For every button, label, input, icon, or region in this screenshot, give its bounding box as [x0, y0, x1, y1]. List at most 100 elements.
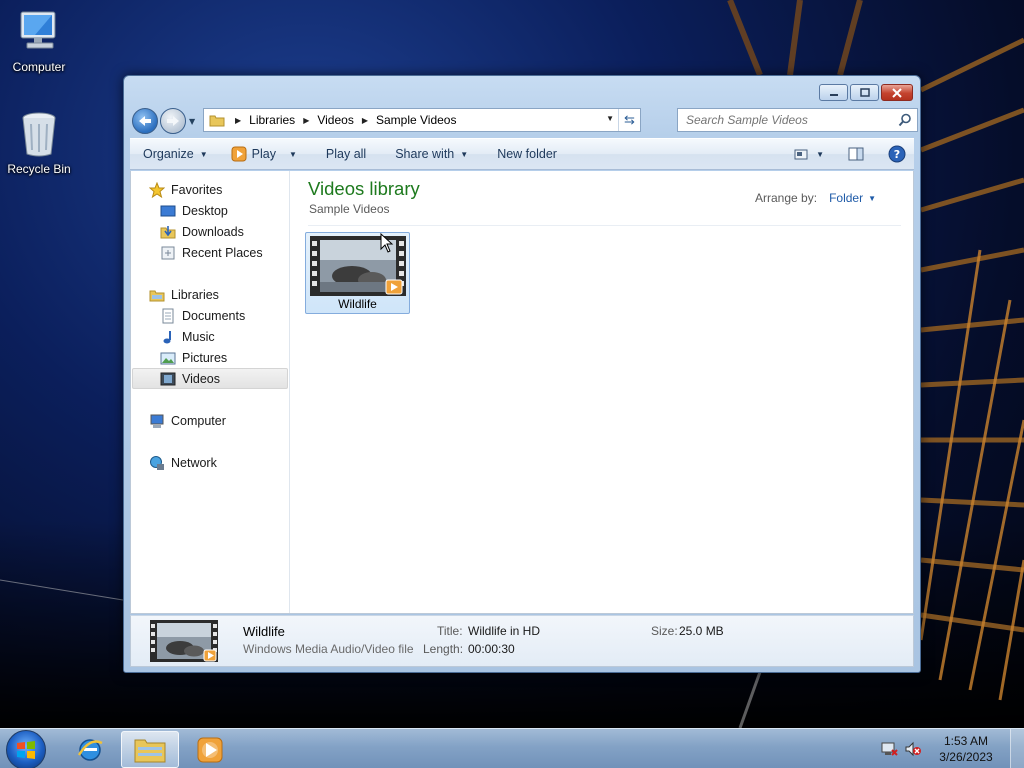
view-icon: [794, 149, 808, 160]
details-title-value[interactable]: Wildlife in HD: [468, 624, 540, 638]
change-view-button[interactable]: ▼: [794, 148, 824, 160]
details-file-name: Wildlife: [243, 624, 285, 639]
nav-item-pictures[interactable]: Pictures: [160, 347, 227, 368]
refresh-icon: ⇆: [624, 112, 635, 127]
play-button[interactable]: Play ▼: [217, 141, 306, 167]
address-bar[interactable]: ▶ Libraries ▶ Videos ▶ Sample Videos ▼ ⇆: [203, 108, 641, 132]
taskbar-windows-media-player[interactable]: [181, 731, 239, 768]
address-dropdown[interactable]: ▼: [606, 114, 614, 123]
restore-button[interactable]: [850, 84, 879, 101]
navigation-pane: Favorites Desktop Downloads Recent Place…: [131, 171, 290, 613]
breadcrumb-videos[interactable]: Videos ▶: [317, 113, 376, 127]
refresh-button[interactable]: ⇆: [618, 109, 640, 131]
search-icon[interactable]: [898, 113, 912, 127]
pictures-icon: [160, 352, 176, 364]
close-button[interactable]: [881, 84, 913, 101]
arrange-by-dropdown[interactable]: Folder ▼: [829, 191, 876, 205]
library-title: Videos library: [308, 178, 420, 199]
nav-favorites[interactable]: Favorites: [149, 179, 222, 200]
nav-network[interactable]: Network: [149, 452, 217, 473]
nav-label: Computer: [171, 413, 226, 428]
desktop-icon-label: Computer: [12, 60, 66, 74]
details-size-label: Size:: [651, 624, 678, 638]
details-title-label: Title:: [437, 624, 463, 638]
desktop-icon-recycle-bin[interactable]: Recycle Bin: [1, 110, 77, 176]
nav-item-recent-places[interactable]: Recent Places: [160, 242, 263, 263]
preview-pane-button[interactable]: [848, 147, 864, 161]
file-item-wildlife[interactable]: Wildlife: [305, 232, 410, 314]
breadcrumb-separator-root[interactable]: ▶: [231, 116, 249, 125]
internet-explorer-icon: [77, 738, 103, 761]
volume-muted-icon[interactable]: [904, 741, 922, 757]
network-status-icon[interactable]: [880, 741, 898, 757]
arrange-by: Arrange by: Folder ▼: [755, 191, 876, 205]
minimize-icon: [829, 93, 838, 96]
taskbar-windows-explorer[interactable]: [121, 731, 179, 768]
recent-pages-dropdown[interactable]: ▼: [189, 117, 195, 126]
details-length-value: 00:00:30: [468, 642, 515, 656]
back-button[interactable]: [132, 108, 158, 134]
breadcrumb-sample-videos[interactable]: Sample Videos: [376, 113, 457, 127]
navigation-row: ▼ ▶ Libraries ▶ Videos ▶ Sample Videos ▼ ⇆: [130, 106, 918, 134]
music-icon: [163, 330, 171, 343]
details-length-label: Length:: [423, 642, 464, 656]
chevron-down-icon: ▼: [199, 149, 208, 159]
windows-explorer-icon: [134, 739, 166, 762]
nav-item-music[interactable]: Music: [160, 326, 215, 347]
star-icon: [149, 181, 165, 198]
header-divider: [308, 225, 901, 226]
nav-item-downloads[interactable]: Downloads: [160, 221, 244, 242]
nav-item-desktop[interactable]: Desktop: [160, 200, 228, 221]
breadcrumb-libraries[interactable]: Libraries ▶: [249, 113, 317, 127]
folder-icon: [209, 115, 225, 127]
nav-label: Downloads: [182, 224, 244, 239]
share-with-button[interactable]: Share with ▼: [375, 141, 477, 167]
command-bar: Organize ▼ Play ▼ Play all Share with ▼ New…: [130, 138, 914, 170]
nav-libraries[interactable]: Libraries: [149, 284, 219, 305]
help-button[interactable]: ?: [888, 145, 906, 163]
back-arrow-icon: [139, 116, 151, 126]
clock-time: 1:53 AM: [943, 734, 989, 748]
documents-icon: [162, 308, 174, 323]
nav-item-documents[interactable]: Documents: [160, 305, 245, 326]
organize-label: Organize: [143, 147, 194, 161]
new-folder-label: New folder: [497, 147, 557, 161]
downloads-folder-icon: [160, 225, 176, 238]
mouse-cursor-icon: [380, 233, 394, 253]
start-button[interactable]: [6, 730, 46, 768]
nav-label: Videos: [182, 371, 220, 386]
nav-computer[interactable]: Computer: [149, 410, 226, 431]
chevron-down-icon: ▼: [460, 149, 469, 159]
organize-button[interactable]: Organize ▼: [130, 141, 217, 167]
desktop-icon: [160, 205, 176, 216]
clock[interactable]: 1:53 AM 3/26/2023: [930, 733, 1002, 765]
chevron-down-icon: ▼: [816, 149, 824, 159]
explorer-body: Favorites Desktop Downloads Recent Place…: [130, 171, 914, 614]
svg-text:?: ?: [894, 148, 900, 161]
play-all-label: Play all: [325, 147, 367, 161]
content-pane: Videos library Sample Videos Arrange by:…: [291, 171, 913, 613]
nav-label: Pictures: [182, 350, 228, 365]
nav-item-videos[interactable]: Videos: [132, 368, 288, 389]
forward-button[interactable]: [160, 108, 186, 134]
nav-label: Music: [182, 329, 215, 344]
explorer-window: ▼ ▶ Libraries ▶ Videos ▶ Sample Videos ▼ ⇆…: [123, 75, 921, 673]
nav-label: Documents: [182, 308, 246, 323]
network-icon: [150, 455, 164, 470]
arrange-value: Folder: [829, 191, 864, 205]
close-icon: [892, 87, 902, 98]
chevron-down-icon: ▼: [288, 149, 297, 159]
search-input[interactable]: [686, 113, 886, 127]
play-all-button[interactable]: Play all: [306, 141, 375, 167]
chevron-down-icon: ▼: [868, 193, 876, 203]
help-icon: ?: [888, 145, 906, 163]
preview-pane-icon: [848, 147, 864, 161]
taskbar-internet-explorer[interactable]: [61, 731, 119, 768]
desktop-icon-label: Recycle Bin: [7, 162, 71, 176]
show-desktop-button[interactable]: [1010, 729, 1024, 768]
recycle-bin-icon: [22, 112, 56, 157]
desktop-icon-computer[interactable]: Computer: [1, 8, 77, 74]
nav-label: Network: [171, 455, 217, 470]
minimize-button[interactable]: [819, 84, 848, 101]
new-folder-button[interactable]: New folder: [477, 141, 566, 167]
